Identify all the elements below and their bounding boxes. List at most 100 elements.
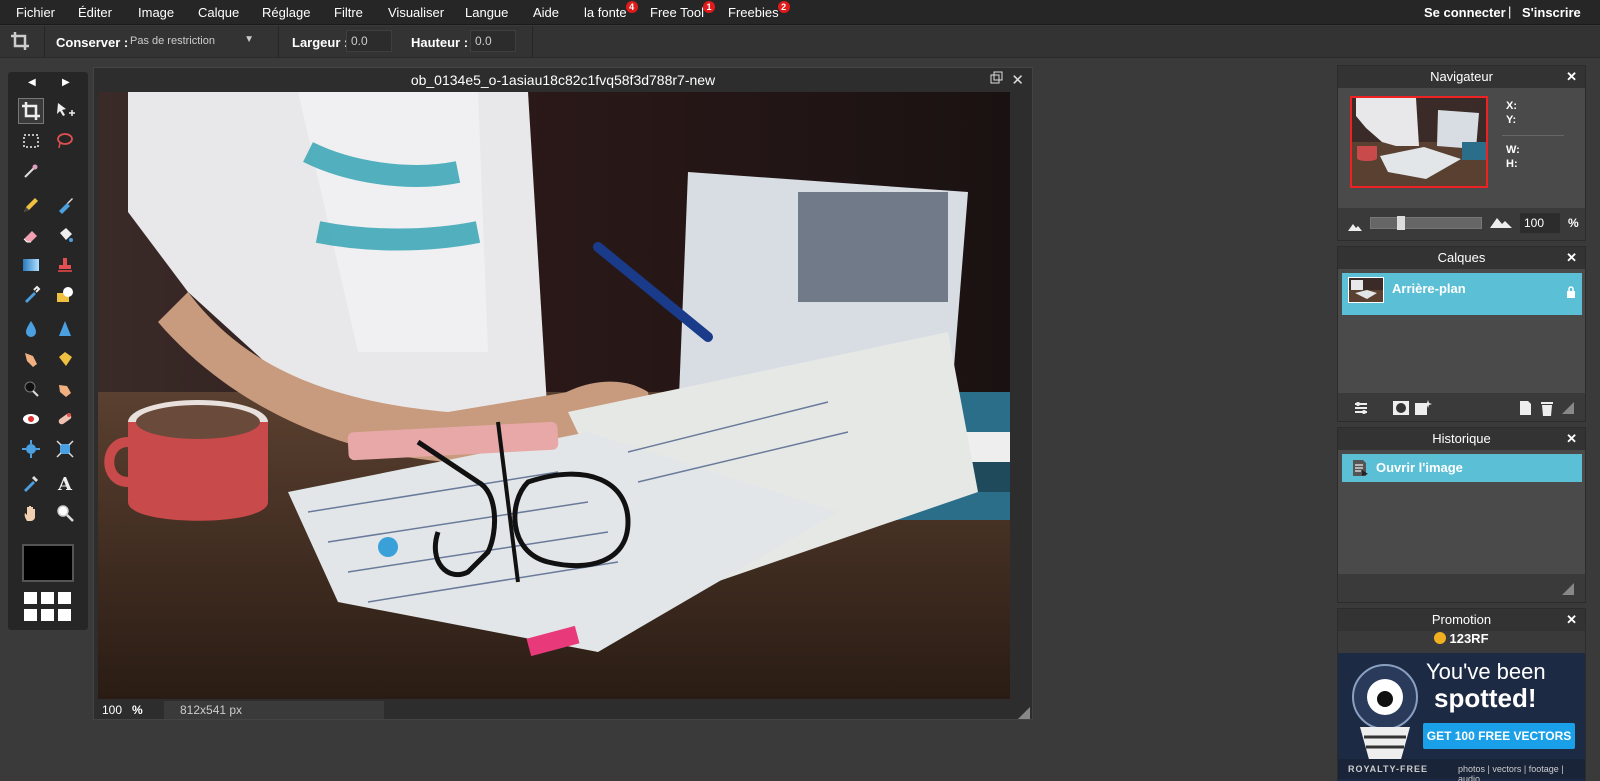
pencil-icon[interactable] [18,192,44,218]
spot-heal-icon[interactable] [52,406,78,432]
new-layer-icon[interactable] [1516,399,1534,417]
promo-cta-button[interactable]: GET 100 FREE VECTORS [1423,723,1575,749]
zoom-in-mountain-icon[interactable] [1490,214,1512,233]
red-eye-icon[interactable] [18,406,44,432]
dodge-icon[interactable] [18,376,44,402]
close-icon[interactable]: ✕ [1566,247,1577,269]
largeur-input[interactable]: 0.0 [346,30,392,52]
magic-wand-icon[interactable] [18,158,44,184]
options-bar: Conserver : Pas de restriction ▼ Largeur… [0,26,1600,58]
paint-bucket-icon[interactable] [52,222,78,248]
layer-settings-icon[interactable] [1352,399,1370,417]
type-tool-icon[interactable]: A [52,470,78,496]
lock-icon[interactable] [1566,285,1576,303]
promo-banner[interactable]: You've been spotted! GET 100 FREE VECTOR… [1338,653,1585,781]
document-icon [1350,458,1370,483]
menu-calque[interactable]: Calque [198,5,239,20]
bloat-icon[interactable] [18,436,44,462]
menu-freebies[interactable]: Freebies 2 [728,1,790,20]
menu-filtre[interactable]: Filtre [334,5,363,20]
zoom-icon[interactable] [52,500,78,526]
zoom-value[interactable]: 100 [102,703,122,717]
grid-icon[interactable] [24,592,74,622]
zoom-input[interactable]: 100 [1520,213,1560,233]
layer-name: Arrière-plan [1392,281,1466,296]
lasso-tool-icon[interactable] [52,128,78,154]
photo-image [98,92,1010,699]
layer-style-icon[interactable] [1414,399,1432,417]
hauteur-label: Hauteur : [411,35,469,50]
resize-grip-icon[interactable] [1562,582,1580,600]
close-icon[interactable]: ✕ [1011,71,1024,89]
signup-link[interactable]: S'inscrire [1522,5,1581,20]
zoom-slider-row: 100 % [1338,208,1585,240]
smudge-icon[interactable] [18,346,44,372]
menu-visualiser[interactable]: Visualiser [388,5,444,20]
image-canvas[interactable] [98,92,1010,699]
close-icon[interactable]: ✕ [1566,428,1577,450]
maximize-icon[interactable] [990,71,1004,88]
toolbox-collapse-right-icon[interactable]: ▶ [62,77,70,88]
nav-w-label: W: [1506,144,1520,156]
move-tool-icon[interactable] [52,98,78,124]
resize-grip-icon[interactable] [1018,706,1030,719]
layers-title: Calques [1437,250,1486,265]
menu-free-tool[interactable]: Free Tool 1 [650,1,715,20]
close-icon[interactable]: ✕ [1566,66,1577,88]
eraser-icon[interactable] [18,222,44,248]
promo-brand[interactable]: 123RF [1338,631,1585,651]
menu-la-fonte[interactable]: la fonte 4 [584,1,638,20]
sponge-icon[interactable] [52,346,78,372]
pinch-icon[interactable] [52,436,78,462]
zoom-slider-thumb[interactable] [1397,216,1405,230]
foreground-color-swatch[interactable] [22,544,74,582]
hand-icon[interactable] [18,500,44,526]
sharpen-icon[interactable] [52,316,78,342]
menu-reglage[interactable]: Réglage [262,5,310,20]
thumbnail-image [1352,98,1486,186]
layer-mask-icon[interactable] [1392,399,1410,417]
navigator-title: Navigateur [1430,69,1493,84]
gradient-icon[interactable] [18,252,44,278]
navigator-thumbnail[interactable] [1350,96,1488,188]
brand-logo-icon [1434,632,1447,644]
trash-icon[interactable] [1538,399,1556,417]
zoom-out-mountain-icon[interactable] [1348,218,1362,236]
color-picker-icon[interactable] [18,470,44,496]
history-label: Ouvrir l'image [1376,460,1463,475]
menu-langue[interactable]: Langue [465,5,508,20]
conserver-select[interactable]: Pas de restriction ▼ [126,30,260,52]
divider [532,26,533,58]
close-icon[interactable]: ✕ [1566,609,1577,631]
divider [44,26,45,58]
notification-badge: 1 [702,1,715,13]
spy-illustration-icon [1352,664,1418,763]
menu-editer[interactable]: Éditer [78,5,112,20]
login-link[interactable]: Se connecter [1424,5,1506,20]
menu-aide[interactable]: Aide [533,5,559,20]
menu-image[interactable]: Image [138,5,174,20]
drawing-icon[interactable] [52,282,78,308]
crop-icon [10,31,30,56]
document-window: ob_0134e5_o-1asiau18c82c1fvq58f3d788r7-n… [93,67,1033,720]
brush-icon[interactable] [52,192,78,218]
blur-icon[interactable] [18,316,44,342]
color-replace-icon[interactable] [18,282,44,308]
nav-y-label: Y: [1506,114,1517,126]
zoom-slider[interactable] [1370,216,1482,230]
history-item[interactable]: Ouvrir l'image [1342,454,1582,482]
crop-tool-icon[interactable] [18,98,44,124]
status-bar: 100 % 812x541 px [94,700,1032,720]
marquee-tool-icon[interactable] [18,128,44,154]
burn-icon[interactable] [52,376,78,402]
resize-grip-icon[interactable] [1562,401,1580,419]
toolbox-collapse-left-icon[interactable]: ◀ [28,77,36,88]
hauteur-input[interactable]: 0.0 [470,30,516,52]
menu-fichier[interactable]: Fichier [16,5,55,20]
history-footer [1338,574,1585,602]
layer-item[interactable]: Arrière-plan [1342,273,1582,315]
history-panel: Historique ✕ Ouvrir l'image [1337,427,1586,603]
promo-line1: You've been [1426,659,1546,684]
stamp-icon[interactable] [52,252,78,278]
promo-footer-left: ROYALTY-FREE [1348,764,1429,774]
